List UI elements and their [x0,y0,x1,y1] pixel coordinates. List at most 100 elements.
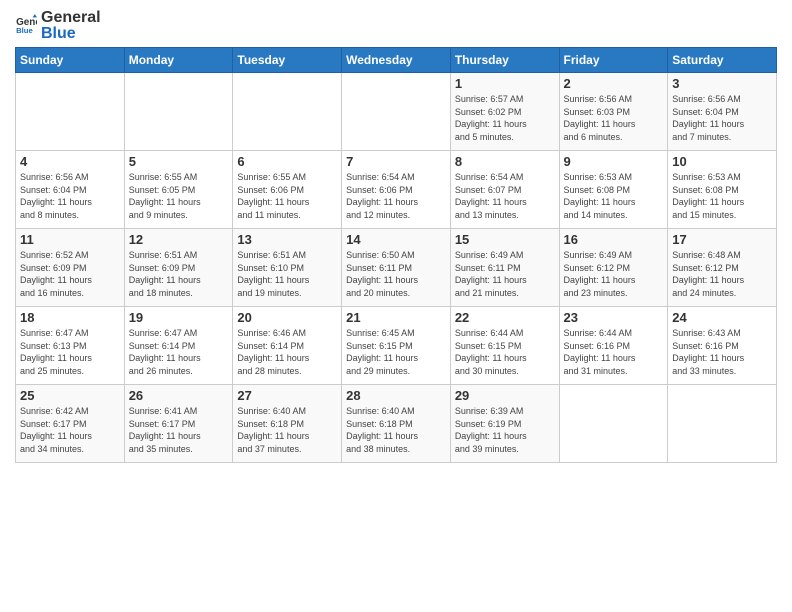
day-number: 12 [129,232,229,247]
day-info: Sunrise: 6:53 AM Sunset: 6:08 PM Dayligh… [672,171,772,221]
day-info: Sunrise: 6:55 AM Sunset: 6:05 PM Dayligh… [129,171,229,221]
calendar-cell [668,385,777,463]
calendar-cell [342,73,451,151]
svg-text:Blue: Blue [16,25,33,34]
calendar-table: SundayMondayTuesdayWednesdayThursdayFrid… [15,47,777,463]
day-info: Sunrise: 6:49 AM Sunset: 6:12 PM Dayligh… [564,249,664,299]
calendar-cell: 23Sunrise: 6:44 AM Sunset: 6:16 PM Dayli… [559,307,668,385]
weekday-header-tuesday: Tuesday [233,48,342,73]
day-info: Sunrise: 6:43 AM Sunset: 6:16 PM Dayligh… [672,327,772,377]
day-number: 5 [129,154,229,169]
day-number: 26 [129,388,229,403]
calendar-cell: 2 Sunrise: 6:56 AM Sunset: 6:03 PM Daylig… [559,73,668,151]
day-info: Sunrise: 6:42 AM Sunset: 6:17 PM Dayligh… [20,405,120,455]
day-info: Sunrise: 6:56 AM Sunset: 6:04 PM Dayligh… [672,93,772,143]
calendar-cell: 19 Sunrise: 6:47 AM Sunset: 6:14 PM Dayli… [124,307,233,385]
calendar-cell: 7 Sunrise: 6:54 AM Sunset: 6:06 PM Daylig… [342,151,451,229]
logo-blue-text: Blue [41,26,101,42]
day-number: 15 [455,232,555,247]
day-info: Sunrise: 6:48 AM Sunset: 6:12 PM Dayligh… [672,249,772,299]
weekday-header-sunday: Sunday [16,48,125,73]
calendar-cell: 5 Sunrise: 6:55 AM Sunset: 6:05 PM Daylig… [124,151,233,229]
calendar-body: 1 Sunrise: 6:57 AM Sunset: 6:02 PM Daylig… [16,73,777,463]
day-info: Sunrise: 6:49 AM Sunset: 6:11 PM Dayligh… [455,249,555,299]
weekday-header-friday: Friday [559,48,668,73]
day-info: Sunrise: 6:57 AM Sunset: 6:02 PM Dayligh… [455,93,555,143]
day-number: 14 [346,232,446,247]
day-info: Sunrise: 6:51 AM Sunset: 6:09 PM Dayligh… [129,249,229,299]
calendar-week-5: 25 Sunrise: 6:42 AM Sunset: 6:17 PM Dayli… [16,385,777,463]
calendar-cell: 20 Sunrise: 6:46 AM Sunset: 6:14 PM Dayli… [233,307,342,385]
logo: General Blue General Blue [15,10,101,42]
day-info: Sunrise: 6:40 AM Sunset: 6:18 PM Dayligh… [237,405,337,455]
calendar-cell: 18Sunrise: 6:47 AM Sunset: 6:13 PM Dayli… [16,307,125,385]
day-number: 9 [564,154,664,169]
day-number: 29 [455,388,555,403]
calendar-cell [559,385,668,463]
calendar-cell: 17 Sunrise: 6:48 AM Sunset: 6:12 PM Dayli… [668,229,777,307]
day-number: 10 [672,154,772,169]
day-number: 17 [672,232,772,247]
calendar-cell: 11 Sunrise: 6:52 AM Sunset: 6:09 PM Dayli… [16,229,125,307]
day-number: 28 [346,388,446,403]
day-number: 24 [672,310,772,325]
day-info: Sunrise: 6:55 AM Sunset: 6:06 PM Dayligh… [237,171,337,221]
weekday-header-wednesday: Wednesday [342,48,451,73]
calendar-week-4: 18Sunrise: 6:47 AM Sunset: 6:13 PM Dayli… [16,307,777,385]
day-number: 8 [455,154,555,169]
day-info: Sunrise: 6:54 AM Sunset: 6:07 PM Dayligh… [455,171,555,221]
calendar-cell: 29 Sunrise: 6:39 AM Sunset: 6:19 PM Dayli… [450,385,559,463]
day-number: 25 [20,388,120,403]
calendar-cell: 9 Sunrise: 6:53 AM Sunset: 6:08 PM Daylig… [559,151,668,229]
day-info: Sunrise: 6:44 AM Sunset: 6:15 PM Dayligh… [455,327,555,377]
calendar-cell: 15 Sunrise: 6:49 AM Sunset: 6:11 PM Dayli… [450,229,559,307]
header: General Blue General Blue [15,10,777,42]
day-info: Sunrise: 6:51 AM Sunset: 6:10 PM Dayligh… [237,249,337,299]
calendar-cell: 3Sunrise: 6:56 AM Sunset: 6:04 PM Daylig… [668,73,777,151]
calendar-cell [124,73,233,151]
day-number: 7 [346,154,446,169]
day-number: 18 [20,310,120,325]
day-number: 20 [237,310,337,325]
day-number: 22 [455,310,555,325]
day-number: 23 [564,310,664,325]
calendar-cell: 21 Sunrise: 6:45 AM Sunset: 6:15 PM Dayli… [342,307,451,385]
day-info: Sunrise: 6:54 AM Sunset: 6:06 PM Dayligh… [346,171,446,221]
calendar-cell: 24 Sunrise: 6:43 AM Sunset: 6:16 PM Dayli… [668,307,777,385]
day-number: 19 [129,310,229,325]
day-info: Sunrise: 6:56 AM Sunset: 6:04 PM Dayligh… [20,171,120,221]
calendar-cell: 14 Sunrise: 6:50 AM Sunset: 6:11 PM Dayli… [342,229,451,307]
day-number: 2 [564,76,664,91]
calendar-week-1: 1 Sunrise: 6:57 AM Sunset: 6:02 PM Daylig… [16,73,777,151]
calendar-cell: 1 Sunrise: 6:57 AM Sunset: 6:02 PM Daylig… [450,73,559,151]
calendar-week-3: 11 Sunrise: 6:52 AM Sunset: 6:09 PM Dayli… [16,229,777,307]
calendar-cell: 10 Sunrise: 6:53 AM Sunset: 6:08 PM Dayli… [668,151,777,229]
day-info: Sunrise: 6:47 AM Sunset: 6:14 PM Dayligh… [129,327,229,377]
day-number: 1 [455,76,555,91]
day-info: Sunrise: 6:52 AM Sunset: 6:09 PM Dayligh… [20,249,120,299]
calendar-cell: 12 Sunrise: 6:51 AM Sunset: 6:09 PM Dayli… [124,229,233,307]
weekday-header-monday: Monday [124,48,233,73]
calendar-week-2: 4 Sunrise: 6:56 AM Sunset: 6:04 PM Daylig… [16,151,777,229]
day-info: Sunrise: 6:56 AM Sunset: 6:03 PM Dayligh… [564,93,664,143]
calendar-cell [233,73,342,151]
calendar-cell: 22 Sunrise: 6:44 AM Sunset: 6:15 PM Dayli… [450,307,559,385]
calendar-cell: 6 Sunrise: 6:55 AM Sunset: 6:06 PM Daylig… [233,151,342,229]
day-info: Sunrise: 6:53 AM Sunset: 6:08 PM Dayligh… [564,171,664,221]
calendar-header: SundayMondayTuesdayWednesdayThursdayFrid… [16,48,777,73]
calendar-cell: 8 Sunrise: 6:54 AM Sunset: 6:07 PM Daylig… [450,151,559,229]
day-number: 6 [237,154,337,169]
day-number: 4 [20,154,120,169]
day-info: Sunrise: 6:40 AM Sunset: 6:18 PM Dayligh… [346,405,446,455]
page-container: General Blue General Blue SundayMondayTu… [0,0,792,468]
calendar-cell: 27Sunrise: 6:40 AM Sunset: 6:18 PM Dayli… [233,385,342,463]
weekday-header-thursday: Thursday [450,48,559,73]
day-info: Sunrise: 6:50 AM Sunset: 6:11 PM Dayligh… [346,249,446,299]
day-number: 11 [20,232,120,247]
day-info: Sunrise: 6:46 AM Sunset: 6:14 PM Dayligh… [237,327,337,377]
day-number: 21 [346,310,446,325]
calendar-cell [16,73,125,151]
day-info: Sunrise: 6:39 AM Sunset: 6:19 PM Dayligh… [455,405,555,455]
day-info: Sunrise: 6:45 AM Sunset: 6:15 PM Dayligh… [346,327,446,377]
calendar-cell: 28 Sunrise: 6:40 AM Sunset: 6:18 PM Dayli… [342,385,451,463]
